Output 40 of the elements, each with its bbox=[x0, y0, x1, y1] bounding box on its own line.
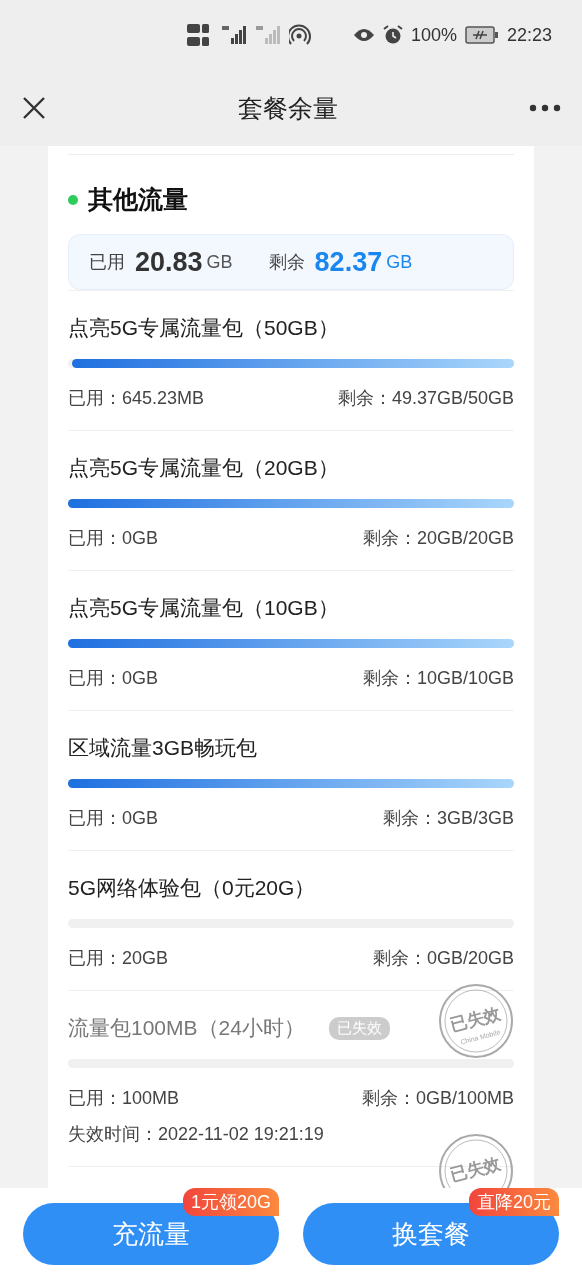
remaining-text: 剩余：0GB/20GB bbox=[372, 947, 514, 970]
section-title: 其他流量 bbox=[88, 184, 188, 215]
package-name: 点亮5G专属流量包（10GB） bbox=[68, 595, 339, 621]
promo-badge: 1元领20G bbox=[182, 1188, 279, 1216]
used-text: 已用：100MB bbox=[68, 1087, 180, 1110]
used-text: 已用：0GB bbox=[68, 667, 159, 690]
package-name: 流量包100MB（24小时） bbox=[68, 1015, 305, 1041]
used-unit: GB bbox=[206, 251, 233, 273]
package-name: 点亮5G专属流量包（50GB） bbox=[68, 315, 339, 341]
expiry-time: 失效时间：2022-11-02 19:21:19 bbox=[68, 1123, 325, 1146]
remaining-unit: GB bbox=[386, 251, 413, 273]
used-text: 已用：20GB bbox=[68, 947, 169, 970]
page-title: 套餐余量 bbox=[238, 92, 338, 124]
remaining-amount: 82.37 bbox=[314, 246, 383, 278]
clock-time: 22:23 bbox=[506, 24, 552, 46]
used-label: 已用 bbox=[89, 251, 125, 274]
package-name: 5G网络体验包（0元20G） bbox=[68, 875, 316, 901]
remaining-label: 剩余 bbox=[268, 251, 305, 274]
signal-icon bbox=[220, 24, 247, 46]
remaining-text: 剩余：3GB/3GB bbox=[382, 807, 514, 830]
remaining-text: 剩余：20GB/20GB bbox=[362, 527, 514, 550]
used-text: 已用：0GB bbox=[68, 527, 159, 550]
eye-icon bbox=[352, 27, 375, 43]
close-icon bbox=[22, 96, 46, 120]
package-name: 区域流量3GB畅玩包 bbox=[68, 735, 258, 761]
used-text: 已用：645.23MB bbox=[68, 387, 205, 410]
more-icon bbox=[529, 104, 561, 112]
alarm-icon bbox=[382, 25, 403, 45]
used-text: 已用：0GB bbox=[68, 807, 159, 830]
signal-icon bbox=[254, 24, 281, 46]
status-dot bbox=[68, 194, 78, 205]
remaining-text: 剩余：0GB/100MB bbox=[361, 1087, 514, 1110]
package-name: 点亮5G专属流量包（20GB） bbox=[68, 455, 339, 481]
battery-percent: 100% bbox=[410, 24, 457, 46]
remaining-text: 剩余：49.37GB/50GB bbox=[337, 387, 514, 410]
used-amount: 20.83 bbox=[135, 246, 203, 278]
promo-badge: 直降20元 bbox=[468, 1188, 559, 1216]
battery-icon bbox=[464, 26, 499, 44]
hotspot-icon bbox=[288, 24, 313, 46]
remaining-text: 剩余：10GB/10GB bbox=[362, 667, 514, 690]
